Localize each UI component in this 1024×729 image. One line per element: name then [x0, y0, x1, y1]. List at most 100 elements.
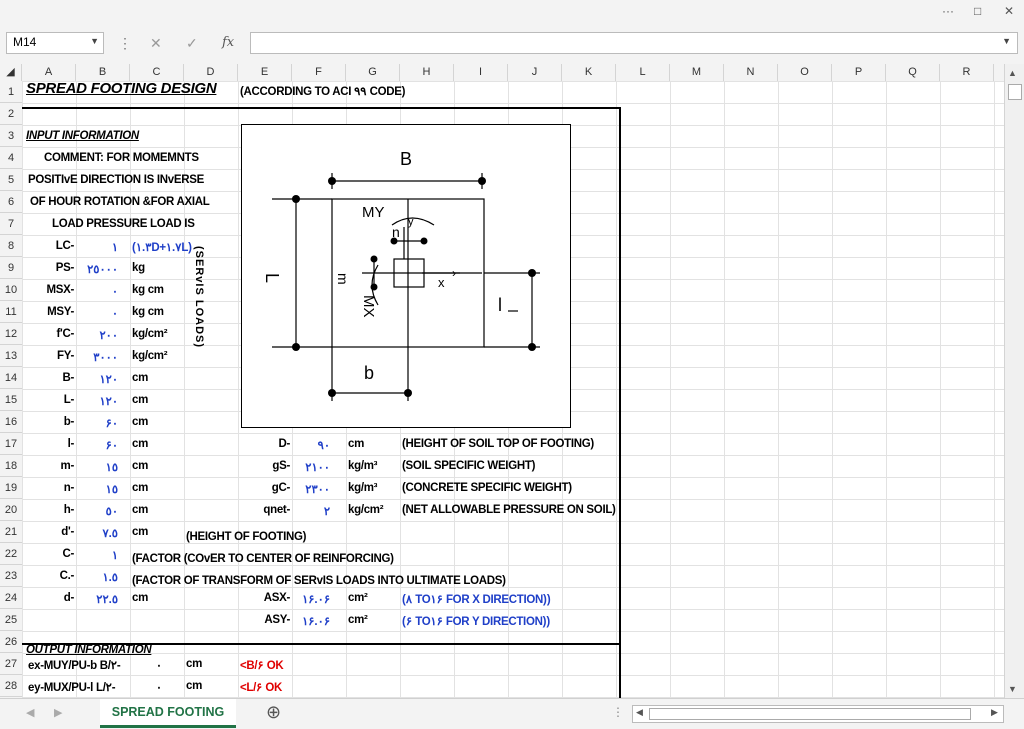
- column-header-Q[interactable]: Q: [886, 64, 940, 81]
- footing-diagram: B L b l m n MY MX x y ›: [241, 124, 571, 428]
- row-header-5[interactable]: 5: [0, 169, 22, 191]
- sheet-grid[interactable]: SPREAD FOOTING DESIGN (ACCORDING TO ACI …: [22, 81, 1004, 698]
- row-header-13[interactable]: 13: [0, 345, 22, 367]
- right-param-label: qnet-: [263, 504, 290, 516]
- add-sheet-icon[interactable]: ⊕: [266, 702, 281, 723]
- comment-line-4: LOAD PRESSURE LOAD IS: [52, 218, 195, 230]
- chevron-down-icon[interactable]: ▼: [90, 36, 99, 46]
- steel-note: (٨ TO١۶ FOR X DIRECTION)): [402, 594, 551, 606]
- row-header-28[interactable]: 28: [0, 675, 22, 697]
- column-header-I[interactable]: I: [454, 64, 508, 81]
- param-value: ٠: [111, 308, 118, 320]
- row-header-14[interactable]: 14: [0, 367, 22, 389]
- row-header-20[interactable]: 20: [0, 499, 22, 521]
- row-header-25[interactable]: 25: [0, 609, 22, 631]
- horizontal-scroll-thumb[interactable]: [649, 708, 971, 720]
- row-header-23[interactable]: 23: [0, 565, 22, 587]
- row-header-3[interactable]: 3: [0, 125, 22, 147]
- enter-icon[interactable]: ✓: [186, 35, 198, 52]
- column-header-H[interactable]: H: [400, 64, 454, 81]
- param-label: n-: [63, 482, 75, 494]
- row-header-26[interactable]: 26: [0, 631, 22, 653]
- right-param-label: gS-: [272, 460, 290, 472]
- vertical-scroll-thumb[interactable]: [1008, 84, 1022, 100]
- steel-note: (۶ TO١۶ FOR Y DIRECTION)): [402, 616, 551, 628]
- vertical-scrollbar[interactable]: ▲ ▼: [1004, 64, 1024, 698]
- column-header-N[interactable]: N: [724, 64, 778, 81]
- column-header-E[interactable]: E: [238, 64, 292, 81]
- param-label: l-: [67, 438, 75, 450]
- row-header-2[interactable]: 2: [0, 103, 22, 125]
- param-label: L-: [63, 394, 75, 406]
- row-header-9[interactable]: 9: [0, 257, 22, 279]
- scroll-right-icon[interactable]: ▶: [991, 707, 998, 718]
- column-header-G[interactable]: G: [346, 64, 400, 81]
- steel-unit: cm²: [348, 614, 368, 626]
- column-header-M[interactable]: M: [670, 64, 724, 81]
- row-header-4[interactable]: 4: [0, 147, 22, 169]
- row-header-18[interactable]: 18: [0, 455, 22, 477]
- row-header-1[interactable]: 1: [0, 81, 22, 103]
- column-header-F[interactable]: F: [292, 64, 346, 81]
- column-header-P[interactable]: P: [832, 64, 886, 81]
- column-header-K[interactable]: K: [562, 64, 616, 81]
- param-value: ١٥: [105, 462, 119, 474]
- row-header-16[interactable]: 16: [0, 411, 22, 433]
- param-label: PS-: [55, 262, 75, 274]
- select-all-corner[interactable]: ◢: [0, 64, 22, 81]
- param-unit: cm: [132, 394, 149, 406]
- prev-sheet-icon[interactable]: ◀: [26, 706, 34, 719]
- column-header-O[interactable]: O: [778, 64, 832, 81]
- right-param-label: D-: [278, 438, 290, 450]
- dim-m-label: m: [335, 273, 351, 285]
- row-header-6[interactable]: 6: [0, 191, 22, 213]
- input-header: INPUT INFORMATION: [26, 130, 139, 142]
- row-header-8[interactable]: 8: [0, 235, 22, 257]
- param-unit: cm: [132, 416, 149, 428]
- formula-input[interactable]: ▼: [250, 32, 1018, 54]
- column-header-D[interactable]: D: [184, 64, 238, 81]
- name-box[interactable]: M14 ▼: [6, 32, 104, 54]
- column-header-L[interactable]: L: [616, 64, 670, 81]
- row-header-10[interactable]: 10: [0, 279, 22, 301]
- row-header: 1 2 3 4 5 6 7 8 9 10 11 12 13 14 15 16 17 18 19 20 21 22 23 24 2…: [0, 81, 23, 698]
- right-param-value: ٢٣٠٠: [305, 484, 330, 496]
- row-header-22[interactable]: 22: [0, 543, 22, 565]
- function-icon[interactable]: fx: [222, 35, 234, 50]
- row-header-17[interactable]: 17: [0, 433, 22, 455]
- param-unit: kg/cm²: [132, 328, 168, 340]
- column-header-A[interactable]: A: [22, 64, 76, 81]
- row-header-11[interactable]: 11: [0, 301, 22, 323]
- scroll-left-icon[interactable]: ◀: [636, 707, 643, 718]
- close-icon[interactable]: ✕: [1004, 4, 1014, 18]
- row-header-19[interactable]: 19: [0, 477, 22, 499]
- column-header-J[interactable]: J: [508, 64, 562, 81]
- param-label: C-: [62, 548, 74, 560]
- row-header-21[interactable]: 21: [0, 521, 22, 543]
- param-value: ١.٥: [102, 572, 118, 584]
- scroll-up-icon[interactable]: ▲: [1008, 68, 1017, 78]
- param-label: FY-: [57, 350, 74, 362]
- sheet-tab-spread-footing[interactable]: SPREAD FOOTING: [100, 699, 236, 728]
- row-header-24[interactable]: 24: [0, 587, 22, 609]
- row-header-12[interactable]: 12: [0, 323, 22, 345]
- steel-value: ١۶.٠۶: [302, 616, 330, 628]
- column-header-B[interactable]: B: [76, 64, 130, 81]
- param-unit: kg cm: [132, 284, 164, 296]
- more-options-icon[interactable]: ···: [942, 4, 954, 18]
- param-value: ٢٢.٥: [96, 594, 118, 606]
- column-header-R[interactable]: R: [940, 64, 994, 81]
- expand-formula-icon[interactable]: ▼: [1002, 36, 1011, 46]
- cancel-icon[interactable]: ✕: [150, 35, 162, 52]
- restore-icon[interactable]: □: [974, 4, 981, 18]
- row-header-7[interactable]: 7: [0, 213, 22, 235]
- row-header-15[interactable]: 15: [0, 389, 22, 411]
- sheet-tab-bar: ◀ ▶ SPREAD FOOTING ⊕ ⋮ ◀ ▶: [0, 698, 1024, 729]
- horizontal-scrollbar[interactable]: ◀ ▶: [632, 705, 1004, 723]
- column-header-C[interactable]: C: [130, 64, 184, 81]
- next-sheet-icon[interactable]: ▶: [54, 706, 62, 719]
- scroll-down-icon[interactable]: ▼: [1008, 684, 1017, 694]
- row-header-27[interactable]: 27: [0, 653, 22, 675]
- dim-l-label: l: [498, 295, 502, 315]
- param-unit: (١.٣D+١.٧L): [132, 242, 192, 254]
